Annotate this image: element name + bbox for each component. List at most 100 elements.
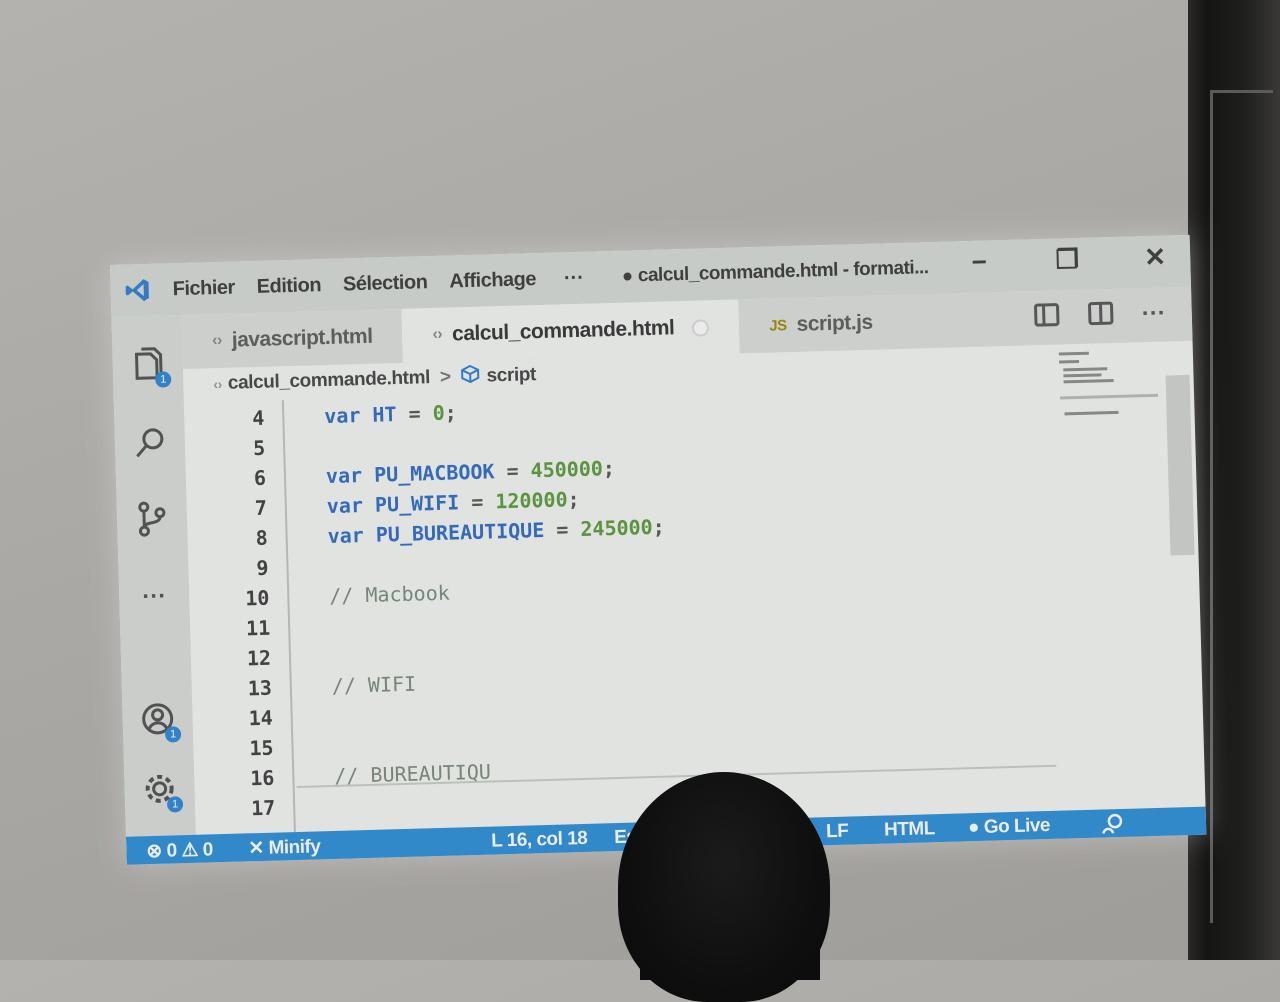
menu-fichier[interactable]: Fichier bbox=[172, 276, 235, 301]
line-number: 15 bbox=[249, 735, 274, 761]
open-preview-icon[interactable] bbox=[1033, 303, 1060, 335]
code-token: 245000 bbox=[580, 514, 653, 541]
code-token: = bbox=[396, 401, 433, 427]
breadcrumb-symbol[interactable]: script bbox=[486, 364, 536, 387]
code-token: HT bbox=[372, 402, 397, 427]
vscode-logo-icon bbox=[124, 277, 151, 304]
vscode-window: Fichier Edition Sélection Affichage ··· … bbox=[110, 234, 1207, 865]
modified-dot-icon bbox=[623, 272, 633, 281]
tab-label: javascript.html bbox=[231, 324, 373, 352]
code-token: = bbox=[458, 489, 496, 515]
code-token: // WIFI bbox=[331, 671, 417, 698]
line-number: 10 bbox=[244, 585, 270, 611]
go-live-button[interactable]: ● Go Live bbox=[968, 815, 1051, 839]
error-icon: ⊗ bbox=[146, 840, 163, 863]
code-editor[interactable]: 4 var HT = 0; 5 6 var PU_MACBOOK = 450000; 7 v… bbox=[183, 376, 1136, 835]
code-token: ; bbox=[602, 455, 616, 481]
editor-more-actions-button[interactable]: ··· bbox=[1141, 300, 1166, 332]
settings-badge: 1 bbox=[166, 796, 184, 813]
menu-more-button[interactable]: ··· bbox=[564, 266, 585, 290]
split-editor-icon[interactable] bbox=[1087, 301, 1114, 333]
tab-script-js[interactable]: JS script.js bbox=[739, 295, 904, 354]
line-number: 7 bbox=[254, 495, 268, 521]
explorer-badge: 1 bbox=[154, 371, 172, 388]
code-token: PU_MACBOOK bbox=[373, 459, 495, 487]
code-token: ; bbox=[444, 400, 458, 425]
code-token: ; bbox=[567, 486, 580, 512]
code-token: 450000 bbox=[530, 456, 604, 483]
window-title-text: calcul_commande.html - formati... bbox=[637, 257, 929, 287]
eol-indicator[interactable]: LF bbox=[826, 821, 849, 844]
code-token: PU_BUREAUTIQUE bbox=[375, 517, 545, 547]
symbol-cube-icon bbox=[460, 364, 481, 389]
search-icon[interactable] bbox=[131, 425, 170, 464]
feedback-icon[interactable] bbox=[1101, 813, 1126, 842]
line-number: 11 bbox=[245, 615, 271, 641]
settings-gear-icon[interactable]: 1 bbox=[140, 770, 184, 813]
unsaved-dot-icon[interactable] bbox=[692, 318, 710, 337]
line-number: 16 bbox=[249, 765, 275, 791]
go-live-label: Go Live bbox=[983, 814, 1051, 838]
tab-label: calcul_commande.html bbox=[451, 316, 675, 346]
broadcast-icon: ● bbox=[967, 816, 980, 839]
code-token: var bbox=[325, 462, 375, 489]
warning-icon: ⚠ bbox=[181, 839, 199, 862]
code-token: ; bbox=[652, 514, 666, 539]
screen-frame bbox=[1210, 90, 1273, 923]
code-text: // Macbook bbox=[329, 578, 450, 611]
more-views-icon[interactable]: ··· bbox=[135, 577, 174, 616]
source-control-icon[interactable] bbox=[133, 500, 172, 539]
code-text: var HT = 0; bbox=[324, 397, 457, 431]
line-number: 12 bbox=[246, 645, 272, 671]
html-file-icon: ‹› bbox=[432, 325, 443, 344]
tab-calcul-commande-html[interactable]: ‹› calcul_commande.html bbox=[401, 299, 741, 363]
menu-affichage[interactable]: Affichage bbox=[449, 268, 536, 293]
window-title: calcul_commande.html - formati... bbox=[623, 257, 929, 288]
breadcrumb: ‹› calcul_commande.html > script bbox=[213, 363, 536, 395]
explorer-icon[interactable]: 1 bbox=[128, 345, 172, 388]
code-token: // Macbook bbox=[328, 580, 451, 609]
minimap[interactable] bbox=[1053, 346, 1176, 809]
code-token: var bbox=[326, 492, 376, 519]
tab-actions: ··· bbox=[1033, 300, 1166, 335]
language-mode[interactable]: HTML bbox=[884, 818, 935, 841]
line-number: 9 bbox=[256, 555, 269, 581]
cursor-position[interactable]: L 16, col 18 bbox=[491, 828, 588, 853]
problems-indicator[interactable]: ⊗ 0 ⚠ 0 bbox=[146, 838, 213, 863]
code-token: var bbox=[327, 522, 377, 549]
breadcrumb-file[interactable]: calcul_commande.html bbox=[228, 367, 431, 395]
minify-label: Minify bbox=[268, 836, 321, 859]
error-count: 0 bbox=[166, 840, 177, 862]
menu-edition[interactable]: Edition bbox=[256, 274, 321, 299]
window-controls: − ❐ ✕ bbox=[964, 241, 1171, 278]
tab-label: script.js bbox=[796, 310, 873, 336]
restore-button[interactable]: ❐ bbox=[1052, 244, 1083, 276]
html-file-icon: ‹› bbox=[213, 375, 223, 392]
code-token: var bbox=[323, 402, 373, 429]
line-number: 17 bbox=[250, 795, 276, 821]
code-token: = bbox=[494, 458, 531, 484]
close-button[interactable]: ✕ bbox=[1140, 241, 1171, 273]
line-number: 6 bbox=[253, 465, 267, 491]
line-number: 13 bbox=[247, 675, 273, 701]
line-number: 4 bbox=[251, 405, 265, 431]
code-token: 120000 bbox=[495, 487, 568, 514]
code-token: = bbox=[543, 516, 581, 542]
minify-button[interactable]: ✕ Minify bbox=[248, 835, 321, 860]
code-text: // WIFI bbox=[331, 669, 417, 701]
tab-javascript-html[interactable]: ‹› javascript.html bbox=[181, 309, 403, 369]
account-icon[interactable]: 1 bbox=[138, 700, 182, 743]
editor-scrollbar[interactable] bbox=[1165, 374, 1195, 556]
breadcrumb-separator: > bbox=[439, 366, 451, 388]
code-token: PU_WIFI bbox=[374, 490, 460, 517]
close-icon: ✕ bbox=[248, 837, 265, 860]
warning-count: 0 bbox=[202, 839, 214, 861]
menu-selection[interactable]: Sélection bbox=[343, 271, 428, 296]
activity-bar: 1 ··· 1 1 bbox=[111, 315, 196, 837]
html-file-icon: ‹› bbox=[211, 331, 223, 350]
js-file-icon: JS bbox=[769, 316, 787, 335]
line-number: 14 bbox=[248, 705, 274, 731]
presenter-head-silhouette bbox=[618, 772, 830, 1002]
minimize-button[interactable]: − bbox=[964, 246, 995, 278]
line-number: 5 bbox=[252, 435, 266, 461]
